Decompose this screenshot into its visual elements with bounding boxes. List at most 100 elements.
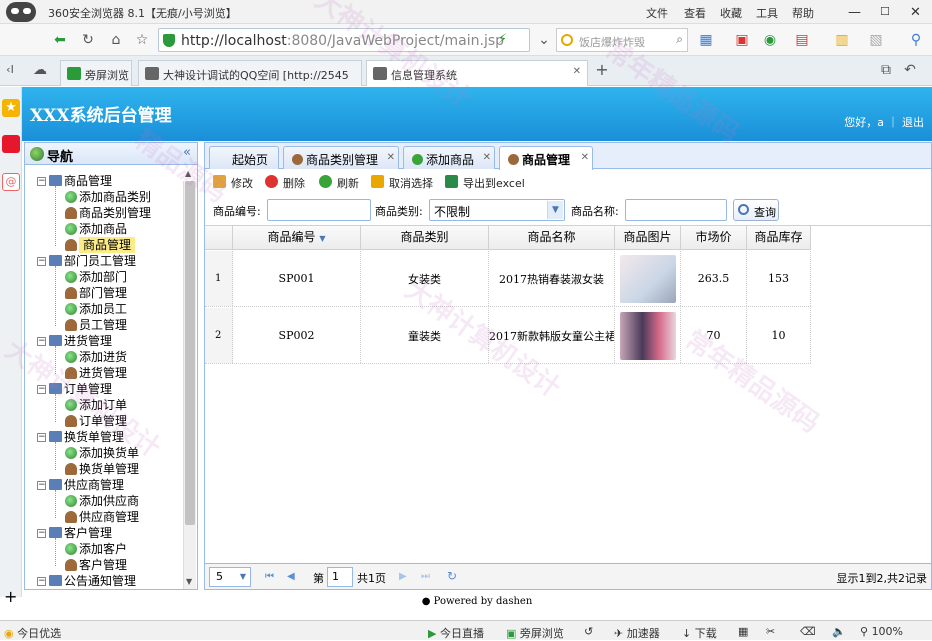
status-zoom[interactable]: ⚲ 100% (860, 625, 903, 638)
mail-icon[interactable]: @ (2, 173, 20, 191)
maximize-icon[interactable]: ☐ (880, 5, 890, 18)
name-label: 商品名称: (571, 205, 619, 218)
menu-view[interactable]: 查看 (684, 5, 706, 21)
weibo-icon[interactable] (2, 135, 20, 153)
restore-tab-icon[interactable]: ⧉ (876, 60, 896, 80)
first-page-icon[interactable]: ⏮ (265, 571, 274, 582)
shield-ext-icon[interactable]: ◉ (760, 30, 780, 50)
menu-favorites[interactable]: 收藏 (720, 5, 742, 21)
next-page-icon[interactable]: ▶ (399, 571, 407, 582)
collapse-toggle-icon[interactable]: − (37, 481, 46, 490)
reload-page-icon[interactable]: ↻ (447, 569, 457, 583)
tab-category-manage[interactable]: 商品类别管理 ✕ (283, 146, 399, 169)
page-input[interactable]: 1 (327, 567, 353, 587)
name-input[interactable] (625, 199, 727, 221)
browser-tab-side[interactable]: 旁屏浏览 (60, 60, 132, 86)
delete-button[interactable]: 删除 (265, 175, 305, 191)
apps-icon[interactable]: ▦ (696, 30, 716, 50)
new-tab-icon[interactable]: + (592, 60, 612, 80)
status-ext-icon[interactable]: ▦ (738, 625, 748, 638)
reload-icon[interactable]: ↻ (78, 30, 98, 50)
status-side-browse[interactable]: ▣ 旁屏浏览 (506, 625, 564, 641)
query-button[interactable]: 查询 (733, 199, 779, 221)
collapse-icon[interactable]: « (183, 145, 191, 160)
star-icon[interactable]: ☆ (132, 30, 152, 50)
type-select[interactable]: 不限制 ▼ (429, 199, 565, 221)
sound-icon[interactable]: 🔈 (832, 625, 846, 638)
scroll-down-icon[interactable]: ▼ (186, 577, 192, 586)
grid-header-name[interactable]: 商品名称 (489, 226, 615, 250)
tab-add-product[interactable]: 添加商品 ✕ (403, 146, 495, 169)
collapse-toggle-icon[interactable]: − (37, 529, 46, 538)
back-icon[interactable]: ⬅ (50, 30, 70, 50)
minimize-icon[interactable]: — (848, 5, 861, 20)
status-accelerator[interactable]: ✈ 加速器 (614, 625, 660, 641)
extension-icon[interactable]: ▣ (732, 30, 752, 50)
ad-block-icon[interactable]: ▤ (792, 30, 812, 50)
cloud-icon[interactable]: ☁ (30, 60, 50, 80)
collapse-toggle-icon[interactable]: − (37, 433, 46, 442)
menu-file[interactable]: 文件 (646, 5, 668, 21)
collapse-toggle-icon[interactable]: − (37, 257, 46, 266)
search-icon[interactable]: ⌕ (676, 32, 683, 47)
grid-header-type[interactable]: 商品类别 (361, 226, 489, 250)
menu-tools[interactable]: 工具 (756, 5, 778, 21)
nav-scrollbar-thumb[interactable] (185, 181, 195, 525)
close-tab-icon[interactable]: ✕ (573, 66, 581, 77)
search-box[interactable]: 饭店爆炸炸毁 ⌕ (556, 28, 688, 52)
close-tab-icon[interactable]: ✕ (581, 152, 589, 163)
chevron-down-icon[interactable]: ▼ (547, 201, 563, 219)
tab-scroll-left-icon[interactable]: ‹I (0, 60, 20, 80)
status-live[interactable]: ▶ 今日直播 (428, 625, 484, 641)
table-row[interactable]: 1 SP001 女装类 2017热销春装淑女装 263.5 153 (205, 251, 811, 307)
prev-page-icon[interactable]: ◀ (287, 571, 295, 582)
scroll-up-icon[interactable]: ▲ (185, 169, 191, 178)
product-image[interactable] (619, 311, 676, 360)
lightning-icon[interactable]: ⚡ (498, 32, 507, 47)
last-page-icon[interactable]: ⏭ (421, 571, 430, 582)
collapse-toggle-icon[interactable]: − (37, 177, 46, 186)
tab-product-manage[interactable]: 商品管理 ✕ (499, 146, 593, 170)
cancel-select-button[interactable]: 取消选择 (371, 175, 433, 191)
bookmark-ext-icon[interactable]: ▥ (832, 30, 852, 50)
grid-header-code[interactable]: 商品编号 ▼ (233, 226, 361, 250)
add-sidebar-icon[interactable]: + (4, 587, 17, 606)
dropdown-icon[interactable]: ⌄ (534, 30, 554, 50)
collapse-toggle-icon[interactable]: − (37, 337, 46, 346)
nav-item-label: 添加商品类别 (79, 190, 152, 204)
browser-tab-qq[interactable]: 大神设计调试的QQ空间 [http://2545 (138, 60, 362, 86)
nav-scrollbar[interactable]: ▼ (183, 181, 196, 589)
undo-close-icon[interactable]: ↶ (900, 60, 920, 80)
chevron-down-icon[interactable]: ▼ (237, 569, 249, 585)
zoom-icon[interactable]: ⚲ (906, 30, 926, 50)
close-tab-icon[interactable]: ✕ (483, 152, 491, 163)
table-row[interactable]: 2 SP002 童装类 2017新款韩版女童公主裙 70 10 (205, 308, 811, 364)
status-cleanup-icon[interactable]: ⌫ (800, 625, 816, 638)
favorites-star-icon[interactable]: ★ (2, 99, 20, 117)
address-bar[interactable]: http://localhost:8080/JavaWebProject/mai… (158, 28, 530, 52)
status-download[interactable]: ↓ 下载 (682, 625, 717, 641)
collapse-toggle-icon[interactable]: − (37, 385, 46, 394)
user-greeting-logout[interactable]: 您好，a ｜ 退出 (844, 114, 924, 130)
tab-home[interactable]: 起始页 (209, 146, 279, 169)
edit-button[interactable]: 修改 (213, 175, 253, 191)
status-left[interactable]: ◉ 今日优选 (4, 625, 61, 641)
nav-item-label: 换货单管理 (79, 462, 140, 476)
close-window-icon[interactable]: ✕ (910, 5, 921, 20)
status-screenshot-icon[interactable]: ✂ (766, 625, 775, 638)
product-image[interactable] (619, 254, 676, 303)
grid-header-image[interactable]: 商品图片 (615, 226, 681, 250)
page-size-select[interactable]: 5 ▼ (209, 567, 251, 587)
collapse-toggle-icon[interactable]: − (37, 577, 46, 586)
grid-header-stock[interactable]: 商品库存 (747, 226, 811, 250)
export-excel-button[interactable]: 导出到excel (445, 175, 525, 191)
close-tab-icon[interactable]: ✕ (387, 152, 395, 163)
menu-help[interactable]: 帮助 (792, 5, 814, 21)
status-history-icon[interactable]: ↺ (584, 625, 593, 638)
home-icon[interactable]: ⌂ (106, 30, 126, 50)
grid-header-price[interactable]: 市场价 (681, 226, 747, 250)
more-ext-icon[interactable]: ▧ (866, 30, 886, 50)
code-input[interactable] (267, 199, 371, 221)
refresh-button[interactable]: 刷新 (319, 175, 359, 191)
browser-tab-system[interactable]: 信息管理系统 ✕ (366, 60, 588, 86)
